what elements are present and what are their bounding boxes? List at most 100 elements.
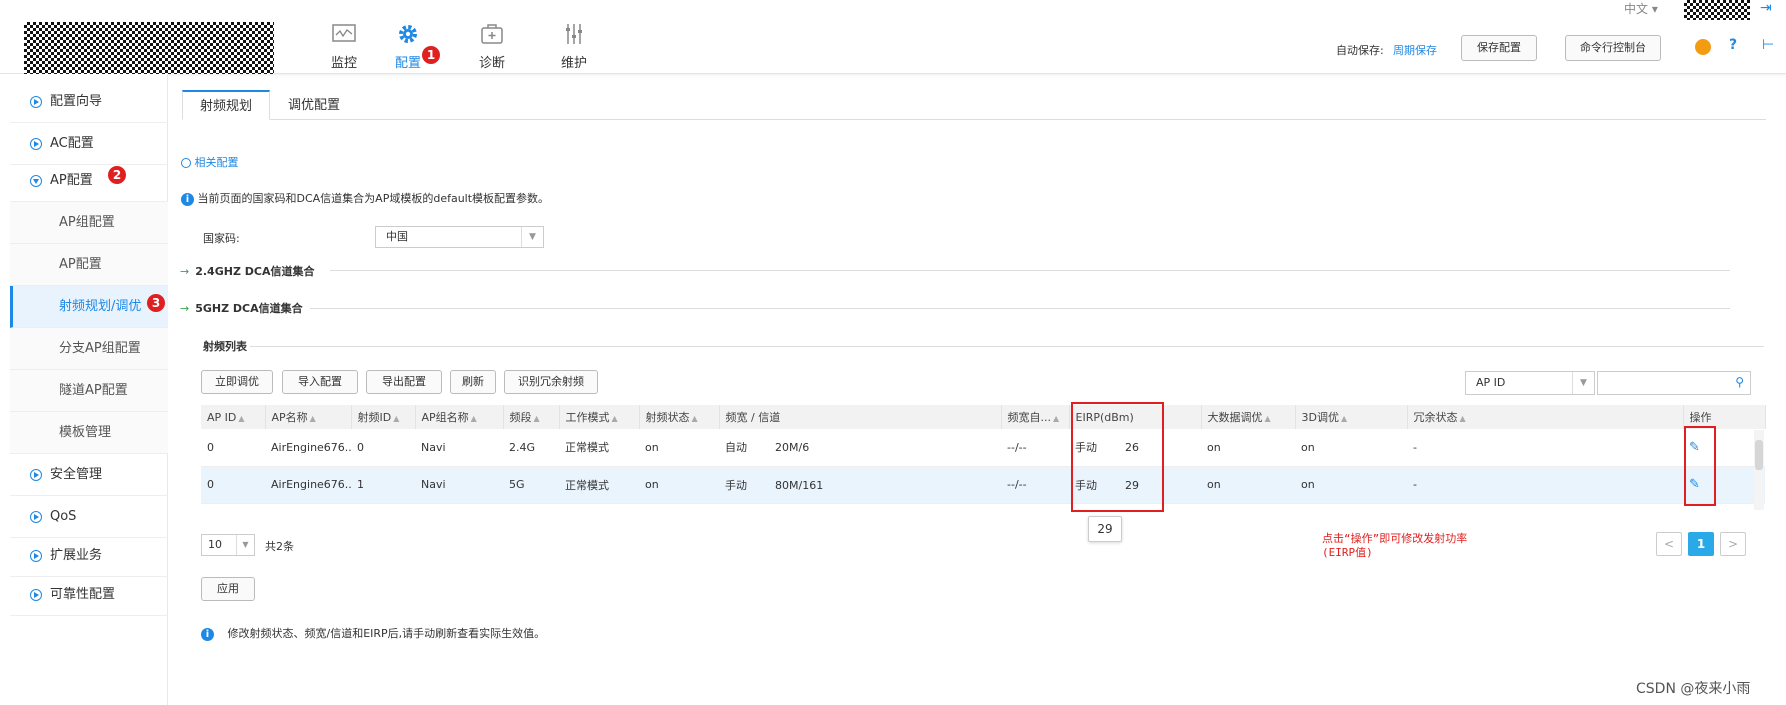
export-config-button[interactable]: 导出配置: [366, 370, 442, 394]
top-header: 中文 ▾ ⇥ 监控 配置 诊断 维护 1 自动保存: 周期保存 保存配置 命令行…: [0, 0, 1786, 74]
col-bigdata-tuning[interactable]: 大数据调优 ▲: [1201, 405, 1296, 429]
sort-icon: ▲: [611, 414, 618, 423]
sidebar-item-label: 可靠性配置: [50, 587, 116, 602]
col-ap-group[interactable]: AP组名称 ▲: [415, 405, 504, 429]
user-avatar: [1684, 0, 1750, 20]
cell-mode: 正常模式: [559, 466, 639, 504]
import-config-button[interactable]: 导入配置: [282, 370, 358, 394]
country-code-value: 中国: [386, 230, 408, 243]
col-bandwidth-channel: 频宽 / 信道: [719, 405, 1002, 429]
sort-icon: ▲: [393, 414, 400, 423]
cell-bw-auto: --/--: [1001, 429, 1069, 467]
scrollbar-thumb[interactable]: [1755, 440, 1763, 470]
sidebar-subitem-ap-group[interactable]: AP组配置: [10, 202, 168, 244]
cell-mode: 正常模式: [559, 429, 639, 467]
cell-band: 2.4G: [503, 429, 559, 467]
page-size-value: 10: [208, 538, 222, 551]
sidebar-item-label: 扩展业务: [50, 548, 103, 563]
monitor-icon: [332, 24, 356, 42]
sidebar-item-ac-config[interactable]: AC配置: [10, 123, 168, 165]
section-2g-dca[interactable]: → 2.4GHZ DCA信道集合: [180, 263, 314, 279]
logout-icon[interactable]: ⇥: [1760, 0, 1772, 16]
cell-status: on: [639, 429, 719, 467]
col-ap-id[interactable]: AP ID ▲: [201, 405, 266, 429]
nav-label: 监控: [330, 56, 357, 71]
search-icon[interactable]: ⚲: [1735, 375, 1744, 389]
eirp-tooltip: 29: [1088, 516, 1122, 542]
related-config-link[interactable]: 相关配置: [181, 154, 239, 170]
medkit-icon: [481, 24, 503, 44]
sidebar-item-qos[interactable]: QoS: [10, 496, 168, 538]
tune-now-button[interactable]: 立即调优: [201, 370, 273, 394]
sidebar-subitem-branch-ap-group[interactable]: 分支AP组配置: [10, 328, 168, 370]
tab-tuning-config[interactable]: 调优配置: [276, 90, 352, 120]
sort-icon: ▲: [1053, 414, 1060, 423]
cell-redundant: -: [1407, 429, 1683, 467]
nav-monitor[interactable]: 监控: [314, 22, 374, 71]
refresh-button[interactable]: 刷新: [450, 370, 496, 394]
col-redundant-status[interactable]: 冗余状态 ▲: [1407, 405, 1684, 429]
page-size-select[interactable]: 10 ▼: [201, 534, 255, 556]
language-select[interactable]: 中文 ▾: [1624, 0, 1658, 17]
operation-highlight-box: [1684, 426, 1716, 506]
note-text: 修改射频状态、频宽/信道和EIRP后,请手动刷新查看实际生效值。: [227, 627, 546, 640]
search-input[interactable]: ⚲: [1597, 371, 1751, 395]
cell-ap-id: 0: [201, 466, 265, 504]
tab-bar: 射频规划 调优配置: [182, 90, 1766, 120]
sidebar-item-extension[interactable]: 扩展业务: [10, 535, 168, 577]
autosave-mode-link[interactable]: 周期保存: [1393, 42, 1437, 58]
col-ap-name[interactable]: AP名称 ▲: [265, 405, 352, 429]
col-radio-id[interactable]: 射频ID ▲: [351, 405, 416, 429]
nav-label: 诊断: [478, 56, 505, 71]
col-radio-status[interactable]: 射频状态 ▲: [639, 405, 720, 429]
help-icon[interactable]: ?: [1729, 37, 1737, 53]
apply-button[interactable]: 应用: [201, 577, 255, 601]
next-page-button[interactable]: >: [1720, 532, 1746, 556]
expand-arrow-icon: [30, 469, 42, 481]
expand-arrow-icon: [30, 589, 42, 601]
cell-group: Navi: [415, 429, 503, 467]
notification-icon[interactable]: [1695, 39, 1711, 55]
table-scrollbar[interactable]: [1754, 430, 1764, 510]
exit-icon[interactable]: ⊢: [1762, 37, 1774, 53]
sidebar-item-reliability[interactable]: 可靠性配置: [10, 574, 168, 616]
sidebar-subitem-ap[interactable]: AP配置: [10, 244, 168, 286]
sidebar-item-security[interactable]: 安全管理: [10, 454, 168, 496]
sidebar-item-ap-config[interactable]: AP配置 2: [10, 160, 168, 202]
nav-maintain[interactable]: 维护: [544, 22, 604, 71]
col-3d-tuning[interactable]: 3D调优 ▲: [1295, 405, 1408, 429]
cell-bandwidth: 手动 80M/161: [719, 466, 1001, 504]
cli-console-button[interactable]: 命令行控制台: [1565, 35, 1661, 61]
sort-icon: ▲: [1459, 414, 1466, 423]
cell-3d: on: [1295, 429, 1407, 467]
nav-label: 配置: [394, 56, 421, 71]
sidebar-item-label: 安全管理: [50, 467, 103, 482]
cell-group: Navi: [415, 466, 503, 504]
col-bandwidth-auto[interactable]: 频宽自... ▲: [1001, 405, 1070, 429]
radio-table: AP ID ▲ AP名称 ▲ 射频ID ▲ AP组名称 ▲ 频段 ▲ 工作模式 ▲ 射频状态…: [201, 405, 1766, 504]
sidebar-item-wizard[interactable]: 配置向导: [10, 81, 168, 123]
sidebar-subitem-template[interactable]: 模板管理: [10, 412, 168, 454]
chevron-down-icon: ▼: [236, 535, 254, 555]
watermark: CSDN @夜来小雨: [1636, 681, 1751, 697]
save-config-button[interactable]: 保存配置: [1461, 35, 1537, 61]
sort-icon: ▲: [533, 414, 540, 423]
country-code-select[interactable]: 中国 ▼: [375, 226, 544, 248]
tab-radio-planning[interactable]: 射频规划: [182, 90, 270, 120]
table-row[interactable]: 0 AirEngine676... 0 Navi 2.4G 正常模式 on 自动…: [201, 429, 1765, 467]
col-work-mode[interactable]: 工作模式 ▲: [559, 405, 640, 429]
prev-page-button[interactable]: <: [1656, 532, 1682, 556]
search-field-select[interactable]: AP ID ▼: [1465, 371, 1595, 395]
page-1-button[interactable]: 1: [1688, 532, 1714, 556]
section-5g-dca[interactable]: → 5GHZ DCA信道集合: [180, 300, 303, 316]
nav-diagnose[interactable]: 诊断: [462, 22, 522, 71]
table-row[interactable]: 0 AirEngine676... 1 Navi 5G 正常模式 on 手动 80…: [201, 466, 1765, 504]
sidebar-subitem-radio-planning[interactable]: 射频规划/调优 3: [10, 286, 168, 328]
identify-redundant-button[interactable]: 识别冗余射频: [504, 370, 598, 394]
search-field-value: AP ID: [1476, 376, 1506, 389]
sidebar-subitem-tunnel-ap[interactable]: 隧道AP配置: [10, 370, 168, 412]
cell-status: on: [639, 466, 719, 504]
annotation-text: 点击“操作”即可修改发射功率(EIRP值): [1322, 532, 1468, 559]
brand-logo: [24, 22, 274, 74]
col-band[interactable]: 频段 ▲: [503, 405, 560, 429]
